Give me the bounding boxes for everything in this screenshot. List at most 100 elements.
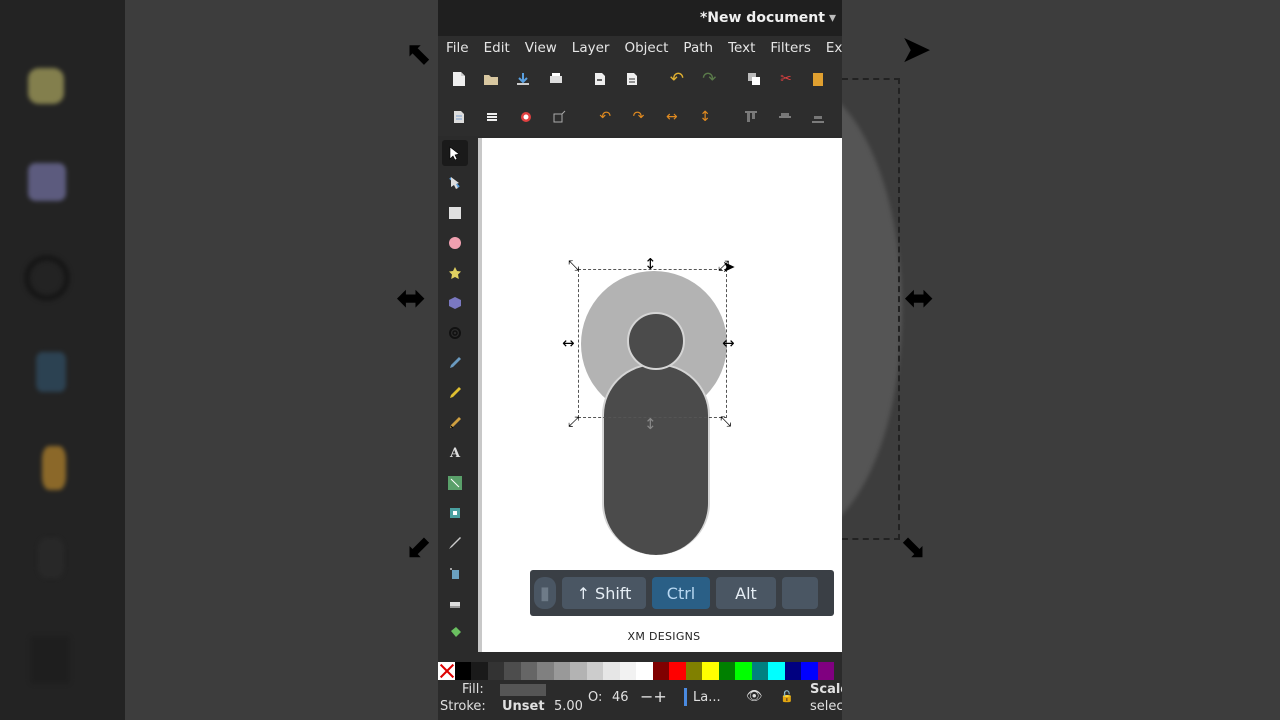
align-top-icon[interactable]	[742, 107, 760, 127]
scale-handle-bottom-icon[interactable]: ↕	[644, 417, 657, 432]
mesh-tool-icon[interactable]	[442, 500, 468, 526]
menu-object[interactable]: Object	[624, 40, 668, 56]
star-tool-icon[interactable]	[442, 260, 468, 286]
scale-handle-left-icon[interactable]: ↔	[562, 336, 575, 351]
gradient-tool-icon[interactable]	[442, 470, 468, 496]
pen-tool-icon[interactable]	[442, 380, 468, 406]
layer-selector[interactable]: La...	[693, 690, 721, 705]
drawing-canvas[interactable]: ⤡ ↕ ⤢ ↔ ↔ ⤢ ↕ ⤡ ➤ ▮ ↑ Shift Ctrl Alt XM …	[478, 138, 842, 652]
open-icon[interactable]	[482, 69, 499, 89]
layers-icon[interactable]	[483, 107, 501, 127]
status-message-line1: Scale	[810, 682, 842, 697]
import-icon[interactable]	[591, 69, 608, 89]
opacity-stepper-icon[interactable]: −+	[640, 687, 667, 706]
fill-indicator[interactable]	[500, 684, 546, 696]
color-swatch[interactable]	[636, 662, 653, 680]
dropper-tool-icon[interactable]	[442, 530, 468, 556]
background-resize-arrow: ⬉	[405, 34, 432, 72]
text-tool-icon[interactable]: A	[442, 440, 468, 466]
color-swatch[interactable]	[817, 662, 834, 680]
print-icon[interactable]	[547, 69, 564, 89]
background-spiral-icon	[24, 255, 70, 301]
eye-icon[interactable]: 👁	[746, 689, 763, 704]
spray-tool-icon[interactable]	[442, 560, 468, 586]
color-swatch[interactable]	[652, 662, 669, 680]
color-swatch[interactable]	[570, 662, 587, 680]
undo-icon[interactable]: ↶	[668, 69, 685, 89]
color-swatch[interactable]	[768, 662, 785, 680]
keystroke-overlay: ▮ ↑ Shift Ctrl Alt	[530, 570, 834, 616]
new-document-icon[interactable]	[450, 69, 467, 89]
duplicate-icon[interactable]	[745, 69, 762, 89]
color-swatch[interactable]	[454, 662, 471, 680]
rotate-handle-top-left-icon[interactable]: ⤡	[568, 259, 579, 273]
scale-handle-right-icon[interactable]: ↔	[722, 336, 735, 351]
menu-text[interactable]: Text	[728, 40, 755, 56]
color-swatch[interactable]	[718, 662, 735, 680]
eraser-tool-icon[interactable]	[442, 590, 468, 616]
color-swatch[interactable]	[619, 662, 636, 680]
watermark-text: XM DESIGNS	[627, 630, 701, 643]
paste-icon[interactable]	[810, 69, 827, 89]
menu-edit[interactable]: Edit	[484, 40, 510, 56]
stroke-value[interactable]: Unset	[502, 699, 545, 714]
selector-tool-icon[interactable]	[442, 140, 468, 166]
menu-extensions[interactable]: Ext	[826, 40, 842, 56]
rotate-handle-bottom-left-icon[interactable]: ⤢	[568, 415, 579, 429]
no-paint-swatch[interactable]	[438, 662, 455, 680]
color-swatch[interactable]	[702, 662, 719, 680]
color-swatch[interactable]	[751, 662, 768, 680]
save-icon[interactable]	[515, 69, 532, 89]
color-swatch[interactable]	[553, 662, 570, 680]
color-swatch[interactable]	[603, 662, 620, 680]
ellipse-tool-icon[interactable]	[442, 230, 468, 256]
color-swatch[interactable]	[487, 662, 504, 680]
menu-path[interactable]: Path	[683, 40, 713, 56]
color-swatch[interactable]	[801, 662, 818, 680]
color-swatch[interactable]	[784, 662, 801, 680]
align-bottom-icon[interactable]	[809, 107, 827, 127]
selection-bounding-box	[578, 269, 727, 418]
color-swatch[interactable]	[504, 662, 521, 680]
menu-filters[interactable]: Filters	[770, 40, 810, 56]
color-swatch[interactable]	[520, 662, 537, 680]
menu-view[interactable]: View	[525, 40, 557, 56]
fill-stroke-icon[interactable]	[517, 107, 535, 127]
export-icon[interactable]	[624, 69, 641, 89]
calligraphy-tool-icon[interactable]	[442, 410, 468, 436]
align-middle-icon[interactable]	[775, 107, 793, 127]
color-swatch[interactable]	[685, 662, 702, 680]
lock-icon[interactable]: 🔓	[780, 690, 794, 703]
rotate-handle-bottom-right-icon[interactable]: ⤡	[720, 415, 731, 429]
mouse-icon: ▮	[534, 577, 556, 609]
color-swatch[interactable]	[537, 662, 554, 680]
document-properties-icon[interactable]	[450, 107, 468, 127]
flip-horizontal-icon[interactable]: ↔	[663, 107, 681, 127]
spiral-tool-icon[interactable]	[442, 320, 468, 346]
scale-handle-top-icon[interactable]: ↕	[644, 257, 657, 272]
background-star-icon	[28, 68, 64, 104]
rectangle-tool-icon[interactable]	[442, 200, 468, 226]
opacity-value[interactable]: 46	[612, 690, 629, 705]
stroke-width-value[interactable]: 5.00	[554, 699, 583, 714]
paint-bucket-tool-icon[interactable]	[442, 620, 468, 646]
color-swatch[interactable]	[669, 662, 686, 680]
menu-layer[interactable]: Layer	[572, 40, 610, 56]
color-swatch[interactable]	[735, 662, 752, 680]
node-tool-icon[interactable]	[442, 170, 468, 196]
cut-icon[interactable]: ✂	[777, 69, 794, 89]
color-swatch[interactable]	[586, 662, 603, 680]
redo-icon[interactable]: ↷	[701, 69, 718, 89]
rotate-ccw-icon[interactable]: ↶	[596, 107, 614, 127]
pencil-tool-icon[interactable]	[442, 350, 468, 376]
3dbox-tool-icon[interactable]	[442, 290, 468, 316]
flip-vertical-icon[interactable]: ↕	[696, 107, 714, 127]
menu-file[interactable]: File	[446, 40, 469, 56]
shift-key: ↑ Shift	[562, 577, 646, 609]
transform-icon[interactable]	[550, 107, 568, 127]
rotate-cw-icon[interactable]: ↷	[629, 107, 647, 127]
window-title: *New document	[699, 10, 825, 26]
background-left: ⬉ ⬌ ⬋	[0, 0, 438, 720]
background-right: ➤ ⬌ ⬊	[842, 0, 1280, 720]
color-swatch[interactable]	[471, 662, 488, 680]
